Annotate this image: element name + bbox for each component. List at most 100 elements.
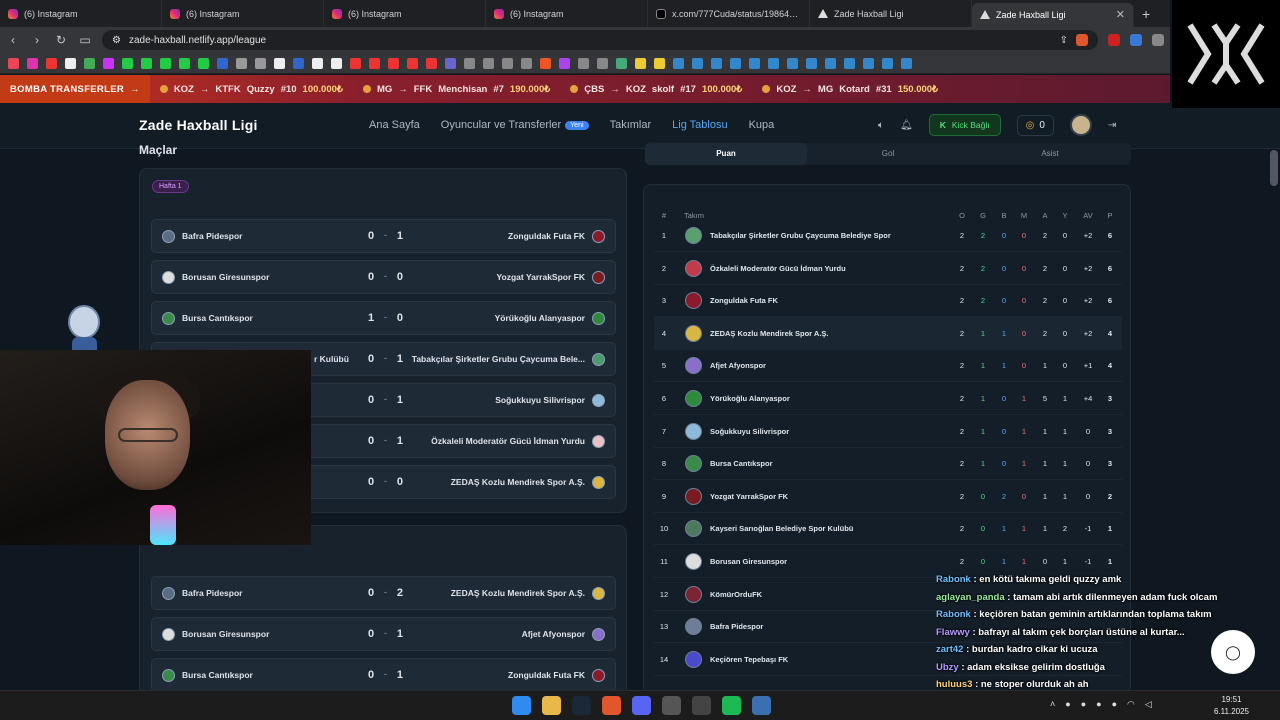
bookmark-favicon[interactable] <box>844 57 855 69</box>
team-name[interactable]: Zonguldak Futa FK <box>710 284 778 317</box>
discord-icon[interactable] <box>632 696 651 715</box>
match-row[interactable]: Borusan Giresunspor 0-1 Afjet Afyonspor <box>151 617 616 651</box>
bookmark-favicon[interactable] <box>217 57 228 69</box>
browser-tab[interactable]: Zade Haxball Ligi <box>810 0 972 27</box>
browser-tab[interactable]: (6) Instagram <box>324 0 486 27</box>
bookmark-favicon[interactable] <box>8 57 19 69</box>
bookmark-favicon[interactable] <box>464 57 475 69</box>
bookmark-favicon[interactable] <box>806 57 817 69</box>
bookmark-favicon[interactable] <box>616 57 627 69</box>
match-row[interactable]: Bursa Cantıkspor 1-0 Yörükoğlu Alanyaspor <box>151 301 616 335</box>
browser-tab[interactable]: (6) Instagram <box>0 0 162 27</box>
bookmark-favicon[interactable] <box>103 57 114 69</box>
chat-bubble-button[interactable]: ◯ <box>1211 630 1255 674</box>
team-name[interactable]: Afjet Afyonspor <box>710 349 766 382</box>
tray-icon[interactable]: ● <box>1081 699 1086 710</box>
bookmark-favicon[interactable] <box>540 57 551 69</box>
bookmark-favicon[interactable] <box>65 57 76 69</box>
bookmark-favicon[interactable] <box>407 57 418 69</box>
bookmark-favicon[interactable] <box>46 57 57 69</box>
windows-start-icon[interactable] <box>512 696 531 715</box>
file-explorer-icon[interactable] <box>542 696 561 715</box>
app-icon[interactable] <box>752 696 771 715</box>
bookmark-favicon[interactable] <box>692 57 703 69</box>
team-name[interactable]: Bursa Cantıkspor <box>710 447 773 480</box>
bookmark-favicon[interactable] <box>255 57 266 69</box>
nav-cup[interactable]: Kupa <box>749 119 775 131</box>
team-name[interactable]: Yozgat YarrakSpor FK <box>710 480 788 513</box>
scrollbar-thumb[interactable] <box>1270 150 1278 186</box>
site-settings-icon[interactable]: ⚙ <box>112 35 121 46</box>
bookmark-favicon[interactable] <box>122 57 133 69</box>
coin-balance[interactable]: ◎ 0 <box>1016 114 1054 136</box>
table-row[interactable]: 6 Yörükoğlu Alanyaspor 2 1 0 1 5 1 +4 3 <box>654 382 1122 415</box>
bookmark-favicon[interactable] <box>863 57 874 69</box>
extension-icon[interactable] <box>1108 34 1120 46</box>
team-name[interactable]: Borusan Giresunspor <box>710 545 787 578</box>
bookmark-favicon[interactable] <box>388 57 399 69</box>
bookmark-favicon[interactable] <box>350 57 361 69</box>
bookmark-favicon[interactable] <box>711 57 722 69</box>
browser-tab[interactable]: (6) Instagram <box>486 0 648 27</box>
url-field[interactable]: ⚙ zade-haxball.netlify.app/league ⇪ <box>102 30 1098 50</box>
tray-icon[interactable]: ● <box>1065 699 1070 710</box>
bookmark-favicon[interactable] <box>445 57 456 69</box>
bookmark-favicon[interactable] <box>787 57 798 69</box>
bookmark-favicon[interactable] <box>673 57 684 69</box>
team-name[interactable]: Keçiören Tepebaşı FK <box>710 643 788 676</box>
brave-shield-icon[interactable] <box>1076 34 1088 46</box>
bookmark-favicon[interactable] <box>559 57 570 69</box>
nav-home[interactable]: Ana Sayfa <box>369 119 420 131</box>
bookmark-favicon[interactable] <box>312 57 323 69</box>
team-name[interactable]: Yörükoğlu Alanyaspor <box>710 382 790 415</box>
bookmark-favicon[interactable] <box>901 57 912 69</box>
tray-icon[interactable]: ● <box>1112 699 1117 710</box>
bookmark-favicon[interactable] <box>502 57 513 69</box>
bookmark-favicon[interactable] <box>426 57 437 69</box>
back-icon[interactable]: ‹ <box>6 33 20 47</box>
bookmark-favicon[interactable] <box>84 57 95 69</box>
spotify-icon[interactable] <box>722 696 741 715</box>
extension-icon[interactable] <box>1152 34 1164 46</box>
bookmark-favicon[interactable] <box>160 57 171 69</box>
speaker-icon[interactable]: ◁ <box>1145 699 1152 710</box>
bookmark-favicon[interactable] <box>749 57 760 69</box>
bookmark-favicon[interactable] <box>882 57 893 69</box>
nav-league-table[interactable]: Lig Tablosu <box>672 119 727 131</box>
bookmark-favicon[interactable] <box>483 57 494 69</box>
kick-connected-button[interactable]: K Kick Bağlı <box>928 114 1001 136</box>
bookmark-favicon[interactable] <box>635 57 646 69</box>
table-row[interactable]: 2 Özkaleli Moderatör Gücü İdman Yurdu 2 2 0 0… <box>654 252 1122 285</box>
nav-teams[interactable]: Takımlar <box>610 119 652 131</box>
bookmark-favicon[interactable] <box>521 57 532 69</box>
reload-icon[interactable]: ↻ <box>54 33 68 47</box>
team-name[interactable]: Özkaleli Moderatör Gücü İdman Yurdu <box>710 252 846 285</box>
table-row[interactable]: 4 ZEDAŞ Kozlu Mendirek Spor A.Ş. 2 1 1 0 2 0 +2 4 <box>654 316 1122 350</box>
team-name[interactable]: Soğukkuyu Silivrispor <box>710 415 789 448</box>
bookmark-favicon[interactable] <box>236 57 247 69</box>
match-row[interactable]: Bursa Cantıkspor 0-1 Zonguldak Futa FK <box>151 658 616 692</box>
app-icon[interactable] <box>692 696 711 715</box>
tab-goals[interactable]: Gol <box>807 143 969 165</box>
bell-icon[interactable]: 🔔︎ <box>900 120 913 131</box>
bookmark-favicon[interactable] <box>293 57 304 69</box>
volume-icon[interactable]: 🔈︎ <box>878 120 884 131</box>
browser-tab[interactable]: (6) Instagram <box>162 0 324 27</box>
logout-icon[interactable]: ⇥ <box>1108 120 1116 131</box>
table-row[interactable]: 10 Kayseri Sarıoğlan Belediye Spor Kulübü… <box>654 512 1122 546</box>
team-name[interactable]: KömürOrduFK <box>710 578 762 611</box>
match-row[interactable]: Borusan Giresunspor 0-0 Yozgat YarrakSpor … <box>151 260 616 294</box>
table-row[interactable]: 3 Zonguldak Futa FK 2 2 0 0 2 0 +2 6 <box>654 284 1122 318</box>
bookmark-favicon[interactable] <box>654 57 665 69</box>
bookmark-icon[interactable]: ▭ <box>78 33 92 47</box>
bookmark-favicon[interactable] <box>179 57 190 69</box>
table-row[interactable]: 5 Afjet Afyonspor 2 1 1 0 1 0 +1 4 <box>654 349 1122 383</box>
app-icon[interactable] <box>662 696 681 715</box>
avatar[interactable] <box>1069 114 1092 136</box>
team-name[interactable]: ZEDAŞ Kozlu Mendirek Spor A.Ş. <box>710 317 828 350</box>
wifi-icon[interactable]: ◠ <box>1127 699 1135 710</box>
team-name[interactable]: Tabakçılar Şirketler Grubu Çaycuma Beled… <box>710 219 891 252</box>
brave-icon[interactable] <box>602 696 621 715</box>
bookmark-favicon[interactable] <box>27 57 38 69</box>
bookmark-favicon[interactable] <box>369 57 380 69</box>
